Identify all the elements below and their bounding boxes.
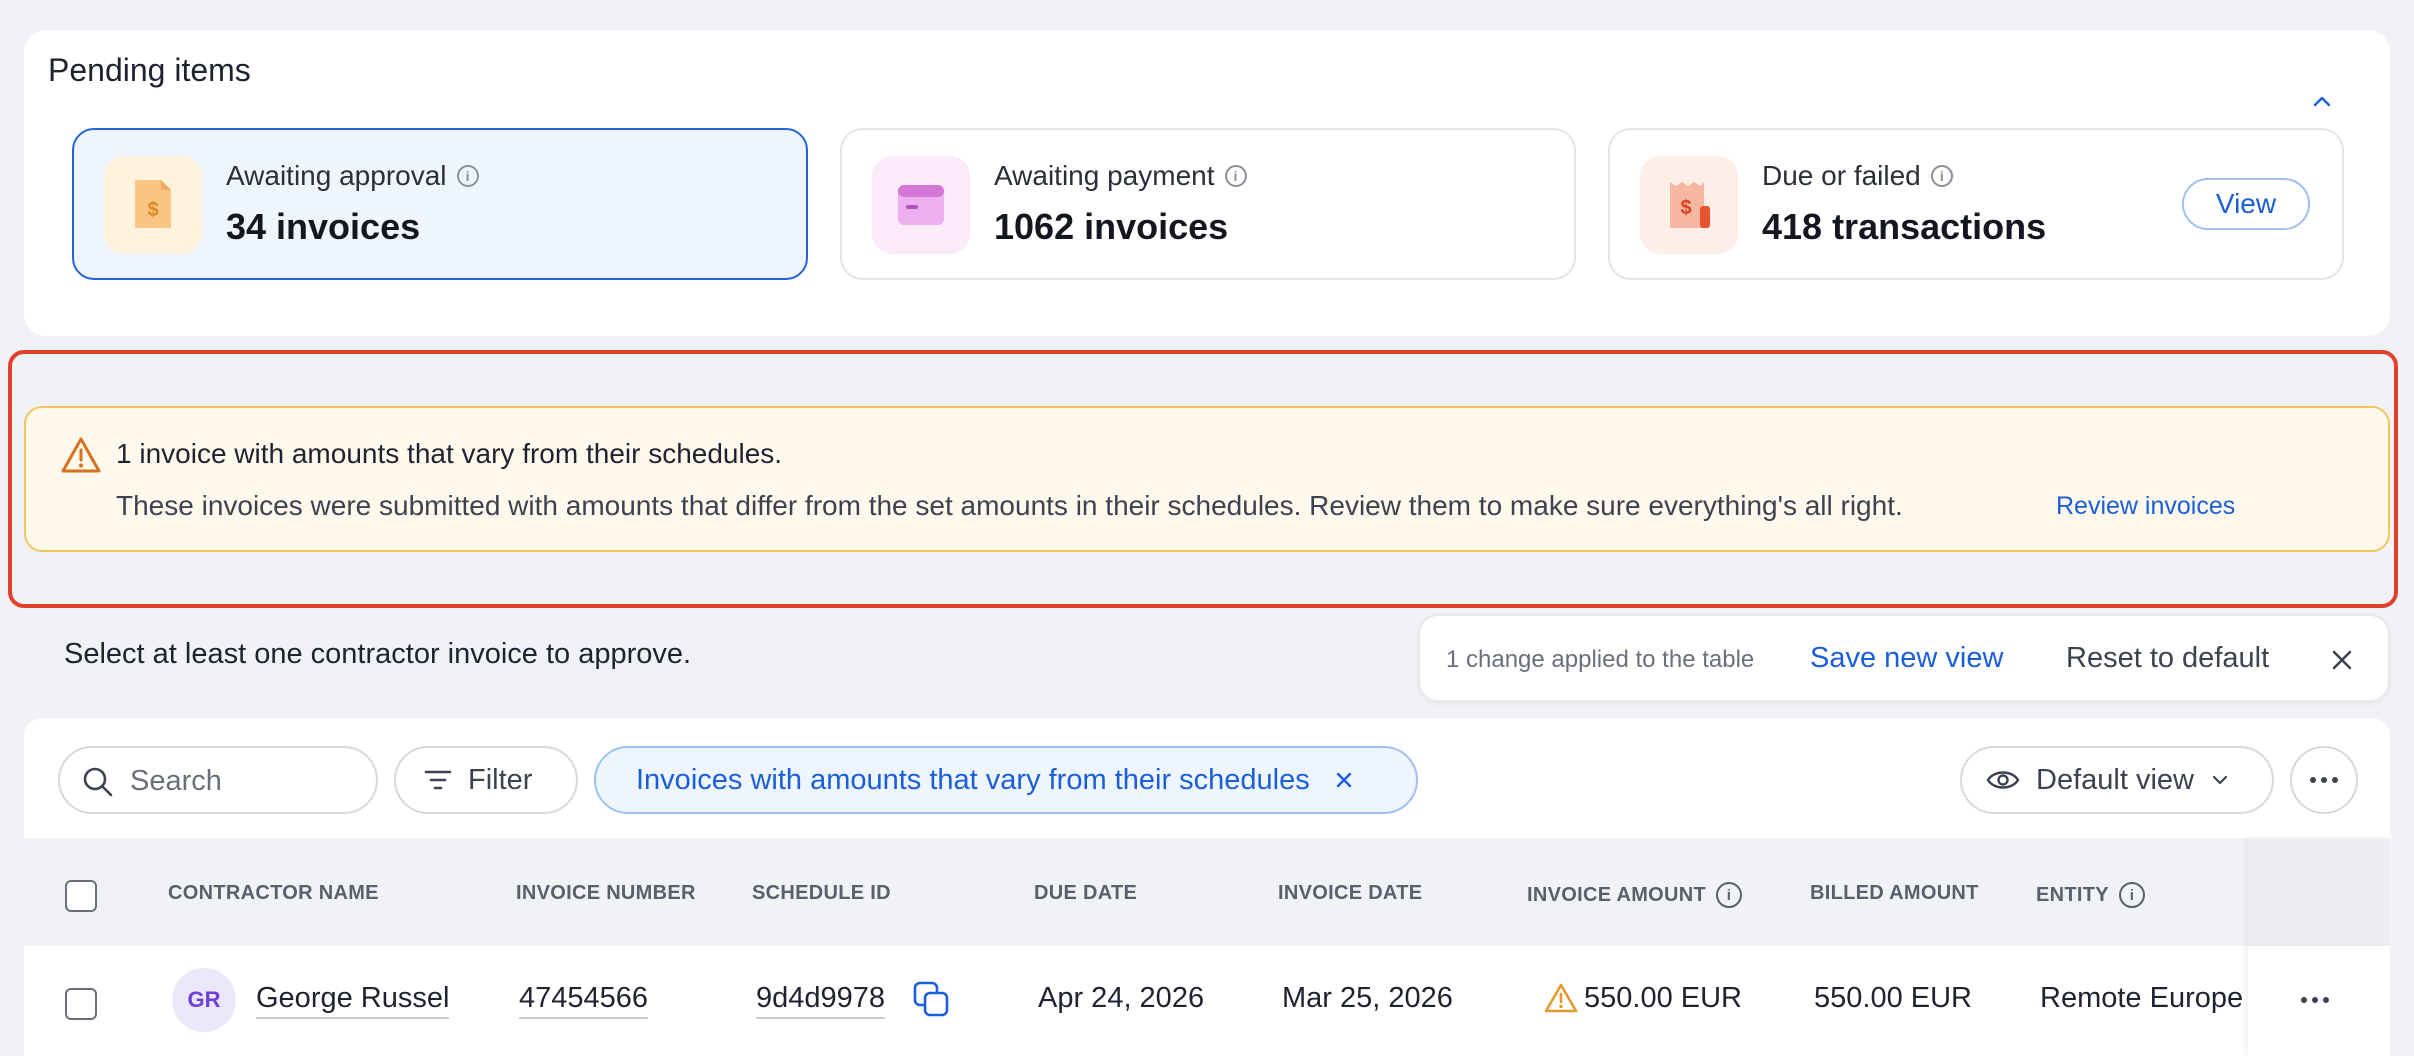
card-icon [872,156,970,254]
filter-label: Filter [468,763,533,796]
info-icon[interactable]: i [1224,165,1247,187]
invoice-amount-cell: 550.00 EUR [1584,982,1742,1014]
chevron-up-icon [2313,96,2331,107]
column-invoice-amount[interactable]: INVOICE AMOUNT i [1527,882,1743,908]
info-icon[interactable]: i [456,165,479,187]
eye-icon [1986,771,2020,789]
save-new-view-button[interactable]: Save new view [1810,642,2003,675]
more-options-button[interactable] [2290,746,2358,814]
active-filter-label: Invoices with amounts that vary from the… [636,763,1310,796]
receipt-alert-icon: $ [1640,156,1738,254]
view-selector-label: Default view [2036,763,2194,796]
contractor-name-link[interactable]: George Russel [256,982,450,1019]
filter-icon [424,770,452,790]
close-icon [2332,650,2352,670]
select-all-checkbox[interactable] [65,880,97,912]
more-horizontal-icon [2301,997,2329,1003]
info-icon[interactable]: i [2118,882,2145,908]
search-field[interactable] [58,746,378,814]
awaiting-approval-label: Awaiting approval i [226,160,479,192]
column-schedule-id[interactable]: SCHEDULE ID [752,882,891,905]
info-icon[interactable]: i [1716,882,1743,908]
due-or-failed-card[interactable]: $ Due or failed i 418 transactions View [1608,128,2344,280]
close-changes-button[interactable] [2324,642,2360,683]
info-icon[interactable]: i [1930,165,1953,187]
filter-button[interactable]: Filter [394,746,578,814]
warning-icon [61,437,101,473]
svg-text:$: $ [147,199,158,221]
column-entity[interactable]: ENTITY i [2036,882,2145,908]
row-checkbox[interactable] [65,988,97,1020]
schedule-id-link[interactable]: 9d4d9978 [756,982,886,1019]
invoice-number-link[interactable]: 47454566 [519,982,649,1019]
close-icon[interactable] [1332,768,1356,792]
view-selector[interactable]: Default view [1960,746,2274,814]
column-invoice-number[interactable]: INVOICE NUMBER [516,882,696,905]
view-button[interactable]: View [2182,178,2310,230]
billed-amount-cell: 550.00 EUR [1814,982,1972,1014]
svg-text:$: $ [1680,197,1691,219]
alert-title: 1 invoice with amounts that vary from th… [116,438,783,469]
review-invoices-link[interactable]: Review invoices [2056,492,2235,521]
chevron-down-icon [2212,775,2228,785]
due-or-failed-label: Due or failed i [1762,160,1953,192]
awaiting-payment-card[interactable]: Awaiting payment i 1062 invoices [840,128,1576,280]
awaiting-payment-value: 1062 invoices [994,206,1229,247]
column-invoice-date[interactable]: INVOICE DATE [1278,882,1422,905]
schedule-variance-alert: 1 invoice with amounts that vary from th… [24,406,2390,552]
active-filter-chip[interactable]: Invoices with amounts that vary from the… [594,746,1418,814]
changes-bar: 1 change applied to the table Save new v… [1418,614,2390,702]
invoice-date-cell: Mar 25, 2026 [1282,982,1453,1014]
search-input[interactable] [130,762,360,800]
column-contractor-name[interactable]: CONTRACTOR NAME [168,882,379,905]
entity-cell: Remote Europe [2040,982,2244,1014]
copy-icon[interactable] [912,980,950,1023]
more-horizontal-icon [2310,777,2338,783]
alert-text: These invoices were submitted with amoun… [116,490,1903,521]
pending-items-title: Pending items [48,52,251,88]
row-more-button[interactable] [2290,980,2340,1025]
table-header-actions-column [2248,838,2390,946]
due-or-failed-value: 418 transactions [1762,206,2047,247]
awaiting-approval-value: 34 invoices [226,206,421,247]
search-icon [83,767,113,797]
column-due-date[interactable]: DUE DATE [1034,882,1137,905]
changes-text: 1 change applied to the table [1446,646,1755,673]
collapse-button[interactable] [2300,80,2344,124]
column-billed-amount[interactable]: BILLED AMOUNT [1810,882,1979,905]
awaiting-payment-label: Awaiting payment i [994,160,1247,192]
due-date-cell: Apr 24, 2026 [1038,982,1205,1014]
invoice-dollar-icon: $ [104,156,202,254]
reset-to-default-button[interactable]: Reset to default [2066,642,2269,675]
selection-note: Select at least one contractor invoice t… [64,638,692,670]
awaiting-approval-card[interactable]: $ Awaiting approval i 34 invoices [72,128,808,280]
avatar: GR [172,968,236,1032]
warning-icon [1544,983,1578,1018]
